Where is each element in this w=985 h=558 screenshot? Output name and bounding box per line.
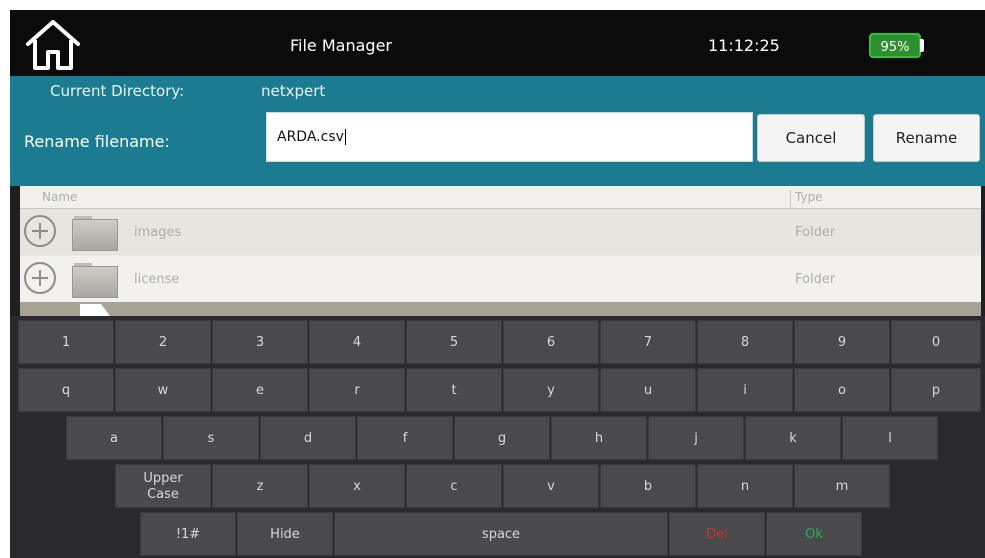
key-z[interactable]: z (212, 464, 308, 508)
key-f[interactable]: f (357, 416, 453, 460)
file-list-partial-row (20, 302, 981, 316)
battery-icon (920, 39, 924, 52)
key-3[interactable]: 3 (212, 320, 308, 364)
table-row[interactable]: license Folder (20, 256, 981, 302)
key-c[interactable]: c (406, 464, 502, 508)
key-b[interactable]: b (600, 464, 696, 508)
upper-case-key[interactable]: Upper Case (115, 464, 211, 508)
key-l[interactable]: l (842, 416, 938, 460)
top-bar: File Manager 11:12:25 95% (10, 10, 985, 76)
key-h[interactable]: h (551, 416, 647, 460)
key-7[interactable]: 7 (600, 320, 696, 364)
rename-filename-value: ARDA.csv (277, 129, 344, 145)
key-4[interactable]: 4 (309, 320, 405, 364)
key-x[interactable]: x (309, 464, 405, 508)
key-p[interactable]: p (891, 368, 981, 412)
file-type: Folder (795, 225, 836, 240)
rename-filename-input[interactable]: ARDA.csv (266, 112, 753, 162)
key-k[interactable]: k (745, 416, 841, 460)
file-type: Folder (795, 272, 836, 287)
file-name: license (134, 272, 180, 287)
expand-icon[interactable] (24, 215, 56, 247)
file-list: Name Type images Folder license Folder (20, 186, 981, 316)
current-directory-label: Current Directory: (50, 82, 185, 100)
key-u[interactable]: u (600, 368, 696, 412)
home-icon[interactable] (24, 18, 82, 72)
battery-indicator: 95% (869, 33, 921, 58)
key-i[interactable]: i (697, 368, 793, 412)
rename-filename-label: Rename filename: (24, 132, 170, 151)
file-list-header: Name Type (20, 186, 981, 209)
key-o[interactable]: o (794, 368, 890, 412)
file-name: images (134, 225, 182, 240)
column-header-name[interactable]: Name (42, 190, 77, 204)
key-5[interactable]: 5 (406, 320, 502, 364)
ok-key[interactable]: Ok (766, 512, 862, 556)
key-q[interactable]: q (18, 368, 114, 412)
key-y[interactable]: y (503, 368, 599, 412)
space-key[interactable]: space (334, 512, 668, 556)
table-row[interactable]: images Folder (20, 209, 981, 255)
symbols-key[interactable]: !1# (140, 512, 236, 556)
key-v[interactable]: v (503, 464, 599, 508)
cancel-button[interactable]: Cancel (757, 114, 865, 162)
upper-case-key-label: Upper Case (143, 471, 183, 502)
clock-display: 11:12:25 (708, 36, 780, 55)
key-g[interactable]: g (454, 416, 550, 460)
key-1[interactable]: 1 (18, 320, 114, 364)
key-d[interactable]: d (260, 416, 356, 460)
key-8[interactable]: 8 (697, 320, 793, 364)
key-6[interactable]: 6 (503, 320, 599, 364)
key-m[interactable]: m (794, 464, 890, 508)
on-screen-keyboard: 1 2 3 4 5 6 7 8 9 0 q w e r t y u i o p … (10, 316, 985, 558)
key-n[interactable]: n (697, 464, 793, 508)
delete-key[interactable]: Del (669, 512, 765, 556)
rename-button[interactable]: Rename (873, 114, 980, 162)
key-w[interactable]: w (115, 368, 211, 412)
text-caret (344, 129, 346, 145)
key-0[interactable]: 0 (891, 320, 981, 364)
hide-keyboard-key[interactable]: Hide (237, 512, 333, 556)
key-2[interactable]: 2 (115, 320, 211, 364)
key-j[interactable]: j (648, 416, 744, 460)
file-icon (80, 304, 110, 316)
key-9[interactable]: 9 (794, 320, 890, 364)
key-r[interactable]: r (309, 368, 405, 412)
folder-icon (72, 263, 118, 298)
key-t[interactable]: t (406, 368, 502, 412)
folder-icon (72, 216, 118, 251)
expand-icon[interactable] (24, 262, 56, 294)
current-directory-value: netxpert (261, 82, 326, 100)
key-s[interactable]: s (163, 416, 259, 460)
column-header-type[interactable]: Type (790, 190, 823, 208)
page-title: File Manager (290, 36, 392, 55)
device-screen: File Manager 11:12:25 95% Current Direct… (10, 10, 985, 558)
key-a[interactable]: a (66, 416, 162, 460)
key-e[interactable]: e (212, 368, 308, 412)
